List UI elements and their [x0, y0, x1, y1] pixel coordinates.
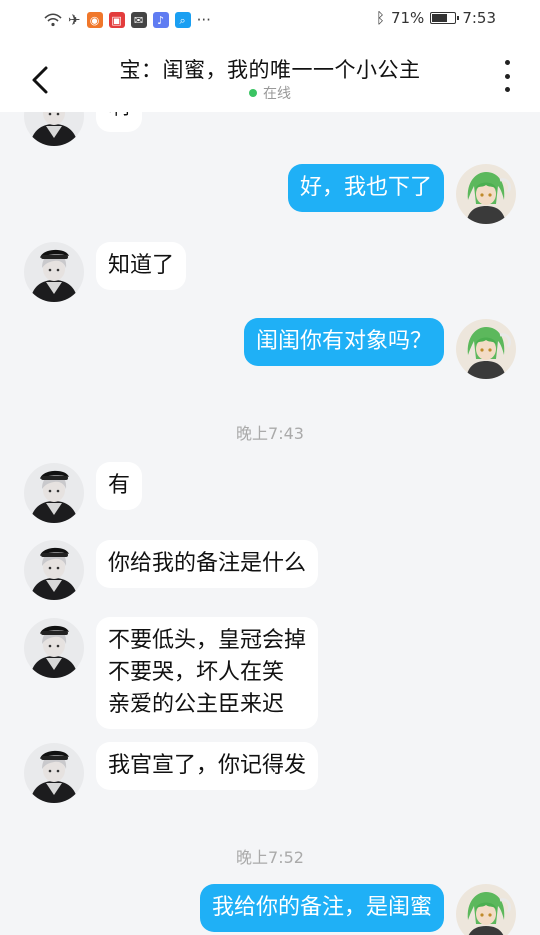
- more-dot-icon: [504, 60, 510, 65]
- app-orange-icon: ◉: [86, 12, 103, 28]
- message-line: 亲爱的公主臣来迟: [108, 692, 285, 717]
- message-bubble-incoming[interactable]: 有: [96, 462, 143, 510]
- status-bar-notifications: ✈ ◉ ▣ ✉ ♪ ⌕ ···: [44, 10, 211, 30]
- message-bubble-incoming[interactable]: 你给我的备注是什么: [96, 540, 319, 588]
- message-bubble-incoming[interactable]: 我官宣了，你记得发: [96, 742, 319, 790]
- message-line: 不要低头，皇冠会掉: [108, 628, 307, 653]
- friend-avatar[interactable]: [24, 743, 84, 803]
- message-bubble-outgoing[interactable]: 闺闺你有对象吗？: [243, 318, 444, 366]
- online-status: 在线: [0, 83, 540, 103]
- message-bubble-outgoing[interactable]: 我给你的备注，是闺蜜: [199, 884, 444, 932]
- online-dot-icon: [249, 89, 257, 97]
- battery-fill: [432, 14, 448, 22]
- my-avatar[interactable]: [456, 319, 516, 379]
- more-dot-icon: [504, 87, 510, 92]
- more-notifications-icon: ···: [196, 10, 211, 29]
- battery-percent: 71%: [390, 9, 425, 27]
- music-icon: ♪: [152, 12, 169, 28]
- message-bubble-incoming[interactable]: 不要低头，皇冠会掉 不要哭，坏人在笑 亲爱的公主臣来迟: [96, 617, 319, 729]
- app-mail-icon: ✉: [130, 12, 147, 28]
- message-timestamp: 晚上7:52: [236, 848, 304, 867]
- message-list[interactable]: 啊 好，我也下了 知道了 闺闺你有对象吗？ 晚上7:43 有 你给我的备注是什么…: [0, 112, 540, 935]
- message-bubble-outgoing[interactable]: 好，我也下了: [287, 164, 444, 212]
- friend-avatar[interactable]: [24, 242, 84, 302]
- battery-icon: [430, 12, 460, 24]
- bluetooth-icon: ᛒ: [375, 9, 385, 27]
- my-avatar[interactable]: [456, 164, 516, 224]
- message-line: 不要哭，坏人在笑: [108, 660, 285, 685]
- message-bubble-incoming[interactable]: 知道了: [96, 242, 187, 290]
- search-app-icon: ⌕: [174, 12, 191, 28]
- clock: 7:53: [462, 9, 496, 27]
- status-bar: ✈ ◉ ▣ ✉ ♪ ⌕ ··· ᛒ 71% 7:53: [0, 0, 540, 40]
- friend-avatar[interactable]: [24, 463, 84, 523]
- friend-avatar[interactable]: [24, 618, 84, 678]
- chat-header: 宝：闺蜜，我的唯一一个小公主 在线: [0, 40, 540, 112]
- chat-title: 宝：闺蜜，我的唯一一个小公主: [119, 58, 421, 82]
- airplane-icon: ✈: [68, 10, 81, 29]
- friend-avatar[interactable]: [24, 540, 84, 600]
- status-bar-system: ᛒ 71% 7:53: [376, 9, 496, 27]
- my-avatar[interactable]: [456, 884, 516, 935]
- friend-avatar[interactable]: [24, 112, 84, 146]
- wifi-icon: [44, 13, 62, 27]
- app-red-icon: ▣: [108, 12, 125, 28]
- more-options-button[interactable]: [500, 60, 514, 92]
- message-timestamp: 晚上7:43: [236, 424, 304, 443]
- more-dot-icon: [504, 73, 510, 79]
- online-status-label: 在线: [263, 86, 291, 102]
- message-bubble-incoming[interactable]: 啊: [96, 112, 143, 132]
